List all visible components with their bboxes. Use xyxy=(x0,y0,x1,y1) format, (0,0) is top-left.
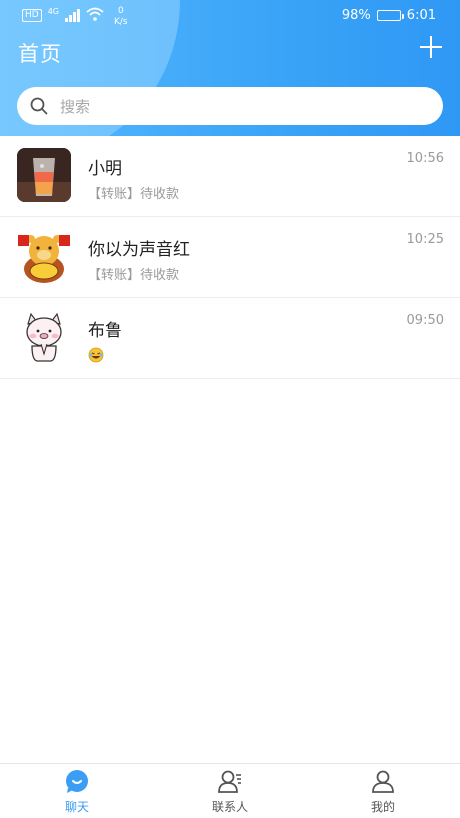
chat-name: 布鲁 xyxy=(88,321,122,341)
chat-preview: 【转账】待收款 xyxy=(88,187,180,202)
fortune-bear-image xyxy=(18,235,70,283)
search-placeholder: 搜索 xyxy=(60,97,91,116)
chat-bubble-icon xyxy=(66,770,88,793)
speed-unit: K/s xyxy=(114,17,128,27)
search-icon xyxy=(30,97,48,115)
laughing-emoji-icon xyxy=(88,347,104,363)
avatar xyxy=(17,229,71,283)
signal-icon xyxy=(65,8,80,22)
drink-image xyxy=(17,148,71,202)
contacts-icon xyxy=(218,770,241,793)
chat-preview: 【转账】待收款 xyxy=(88,268,180,283)
tab-contacts[interactable]: 联系人 xyxy=(180,768,280,815)
status-bar: HD 4G 0 K/s 98% 6:01 xyxy=(0,0,460,32)
bottom-nav: 聊天 联系人 我的 xyxy=(0,763,460,818)
status-bar-right: 98% 6:01 xyxy=(342,8,436,23)
profile-icon xyxy=(372,770,394,793)
hd-badge: HD xyxy=(22,9,42,22)
tab-label: 聊天 xyxy=(64,800,89,814)
speed-value: 0 xyxy=(117,6,124,16)
clock: 6:01 xyxy=(406,8,436,23)
tab-chat[interactable]: 聊天 xyxy=(27,768,127,815)
avatar xyxy=(17,148,71,202)
chat-time: 10:56 xyxy=(406,151,444,166)
add-icon[interactable] xyxy=(420,36,442,58)
search-bar[interactable]: 搜索 xyxy=(17,87,443,125)
network-speed: 0 K/s xyxy=(114,6,128,28)
battery-icon xyxy=(376,10,404,21)
tab-label: 联系人 xyxy=(211,800,248,814)
chat-row[interactable]: 小明 【转账】待收款 10:56 xyxy=(0,136,460,217)
chat-time: 10:25 xyxy=(406,232,444,247)
network-type: 4G xyxy=(47,7,59,16)
battery-percent: 98% xyxy=(341,8,371,23)
status-bar-left: HD 4G 0 K/s xyxy=(22,6,128,28)
tab-profile[interactable]: 我的 xyxy=(333,768,433,815)
chat-time: 09:50 xyxy=(406,313,444,328)
app-root: HD 4G 0 K/s 98% 6:01 首页 搜索 小明 【转账】待收款 10… xyxy=(0,0,460,818)
page-title: 首页 xyxy=(18,42,62,66)
chat-row[interactable]: 布鲁 09:50 xyxy=(0,298,460,379)
tab-label: 我的 xyxy=(370,800,395,814)
chat-name: 你以为声音红 xyxy=(88,240,190,260)
pig-sticker-image xyxy=(26,312,62,362)
chat-name: 小明 xyxy=(88,159,122,179)
header: HD 4G 0 K/s 98% 6:01 首页 搜索 xyxy=(0,0,460,136)
wifi-icon xyxy=(86,7,104,21)
chat-list: 小明 【转账】待收款 10:56 你以为声音红 【转账】待收款 10:25 布鲁… xyxy=(0,136,460,379)
avatar xyxy=(17,310,71,364)
chat-row[interactable]: 你以为声音红 【转账】待收款 10:25 xyxy=(0,217,460,298)
chat-preview xyxy=(88,345,104,367)
